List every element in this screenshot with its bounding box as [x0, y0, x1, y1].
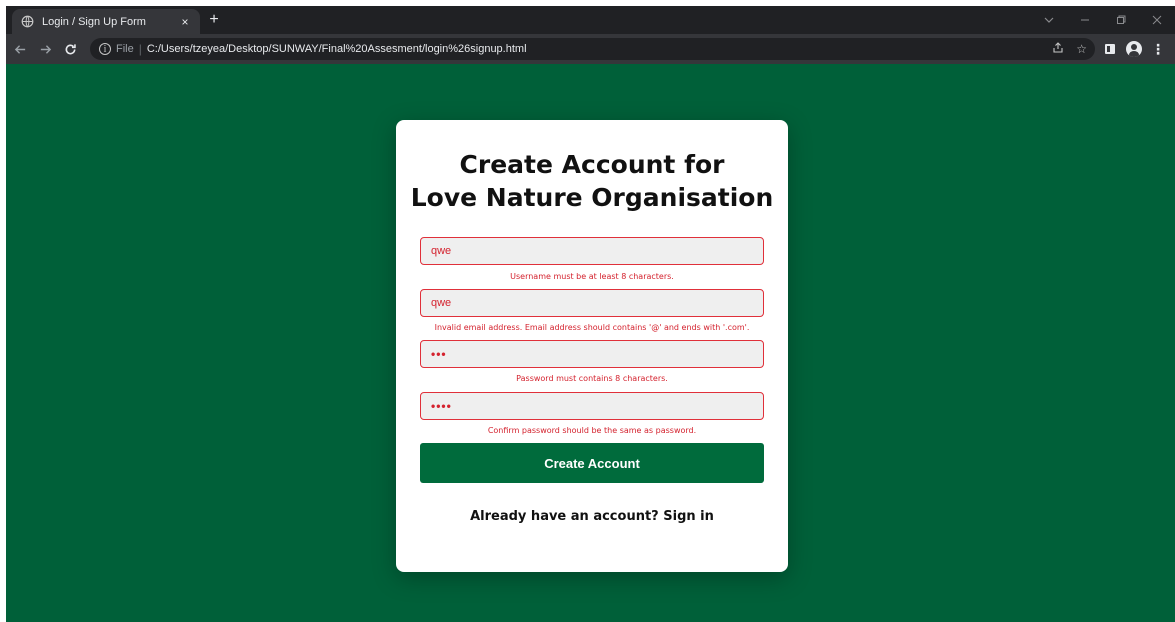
reload-icon[interactable]	[59, 38, 81, 60]
window-controls	[1031, 6, 1175, 34]
bookmark-star-icon[interactable]: ☆	[1076, 42, 1087, 56]
password-mask: •••	[431, 347, 447, 361]
close-window-icon[interactable]	[1139, 6, 1175, 34]
menu-icon[interactable]: ⋮	[1147, 38, 1169, 60]
username-input-value[interactable]	[431, 238, 763, 264]
browser-toolbar: i File | C:/Users/tzeyea/Desktop/SUNWAY/…	[6, 34, 1175, 64]
share-icon[interactable]	[1052, 41, 1064, 57]
omnibox-actions: ☆	[1040, 38, 1087, 60]
form-title: Create Account for Love Nature Organisat…	[396, 148, 788, 214]
url-text[interactable]: C:/Users/tzeyea/Desktop/SUNWAY/Final%20A…	[147, 43, 527, 55]
profile-icon[interactable]	[1123, 38, 1145, 60]
email-error: Invalid email address. Email address sho…	[434, 323, 750, 332]
username-error: Username must be at least 8 characters.	[510, 272, 674, 281]
form-title-line-1: Create Account for	[459, 150, 725, 179]
tab-strip: Login / Sign Up Form × +	[6, 6, 1175, 34]
form-title-line-2: Love Nature Organisation	[410, 183, 774, 212]
address-bar[interactable]: i File | C:/Users/tzeyea/Desktop/SUNWAY/…	[90, 38, 1095, 60]
new-tab-button[interactable]: +	[205, 11, 223, 29]
tab-close-icon[interactable]: ×	[178, 15, 192, 29]
confirm-password-error: Confirm password should be the same as p…	[487, 426, 697, 435]
email-input-value[interactable]	[431, 290, 763, 316]
password-error: Password must contains 8 characters.	[516, 374, 668, 383]
forward-icon[interactable]	[34, 38, 56, 60]
signin-link[interactable]: Sign in	[663, 509, 714, 524]
url-separator: |	[138, 42, 142, 56]
username-input[interactable]	[420, 237, 764, 265]
confirm-password-input[interactable]: ••••	[420, 392, 764, 420]
confirm-password-mask: ••••	[431, 399, 452, 413]
restore-icon[interactable]	[1103, 6, 1139, 34]
page-viewport: Create Account for Love Nature Organisat…	[6, 64, 1175, 622]
signup-card: Create Account for Love Nature Organisat…	[396, 120, 788, 572]
signin-prompt: Already have an account? Sign in	[396, 509, 788, 524]
password-input[interactable]: •••	[420, 340, 764, 368]
email-input[interactable]	[420, 289, 764, 317]
browser-tab[interactable]: Login / Sign Up Form ×	[12, 9, 200, 34]
back-icon[interactable]	[9, 38, 31, 60]
signin-prefix: Already have an account?	[470, 509, 659, 524]
create-account-button[interactable]: Create Account	[420, 443, 764, 483]
tab-title: Login / Sign Up Form	[42, 15, 146, 28]
browser-window: Login / Sign Up Form × + i File | C:/Use…	[6, 6, 1175, 622]
url-scheme: File	[116, 43, 134, 55]
toolbar-actions: ⋮	[1097, 38, 1169, 60]
tab-search-icon[interactable]	[1031, 6, 1067, 34]
globe-icon	[20, 15, 34, 29]
info-icon[interactable]: i	[99, 43, 111, 55]
side-panel-icon[interactable]	[1099, 38, 1121, 60]
minimize-icon[interactable]	[1067, 6, 1103, 34]
